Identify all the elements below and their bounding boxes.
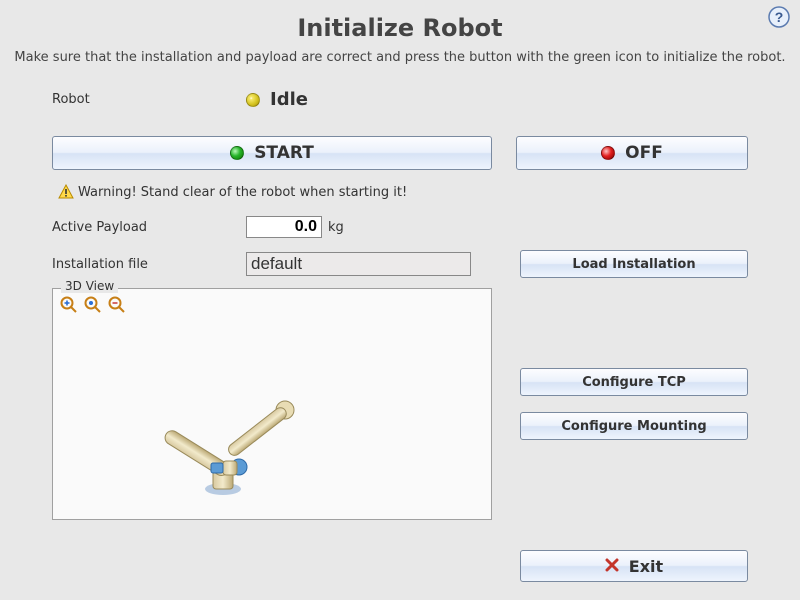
installation-row: Installation file Load Installation [52,250,748,278]
page-subtitle: Make sure that the installation and payl… [0,42,800,65]
zoom-out-icon[interactable] [107,295,127,315]
start-button[interactable]: START [52,136,492,170]
exit-button[interactable]: Exit [520,550,748,582]
configure-mounting-button[interactable]: Configure Mounting [520,412,748,440]
payload-unit: kg [328,220,344,235]
svg-text:?: ? [775,9,784,25]
warning-row: Warning! Stand clear of the robot when s… [58,184,748,200]
page-title: Initialize Robot [0,0,800,42]
robot-arm-graphic [163,359,343,509]
configure-tcp-button[interactable]: Configure TCP [520,368,748,396]
warning-icon [58,184,74,200]
robot-label: Robot [52,92,246,107]
close-icon [605,557,619,576]
payload-input[interactable] [246,216,322,238]
zoom-in-icon[interactable] [59,295,79,315]
payload-row: Active Payload kg [52,216,748,238]
warning-text: Warning! Stand clear of the robot when s… [78,185,407,200]
exit-button-label: Exit [629,557,663,576]
off-button-label: OFF [625,143,663,163]
zoom-home-icon[interactable] [83,295,103,315]
installation-input[interactable] [246,252,471,276]
3d-view-panel[interactable]: 3D View [52,288,492,520]
start-button-label: START [254,143,314,163]
load-installation-button[interactable]: Load Installation [520,250,748,278]
off-button[interactable]: OFF [516,136,748,170]
robot-status-row: Robot Idle [52,89,748,110]
robot-status-value: Idle [270,89,308,110]
red-led-icon [601,146,615,160]
3d-view-legend: 3D View [61,279,118,293]
installation-label: Installation file [52,257,246,272]
help-icon[interactable]: ? [768,6,790,28]
payload-label: Active Payload [52,220,246,235]
green-led-icon [230,146,244,160]
status-led-icon [246,93,260,107]
